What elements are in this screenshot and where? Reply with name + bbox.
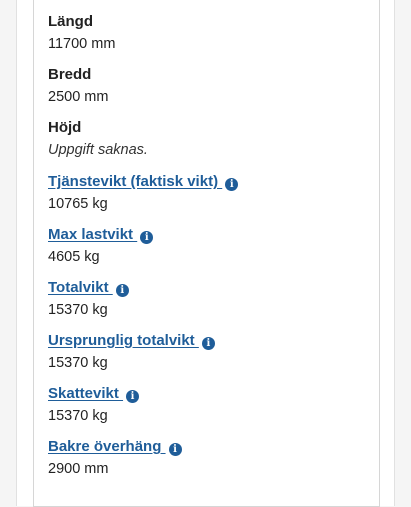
- field-width: Bredd 2500 mm: [48, 66, 368, 106]
- rear-overhang-link[interactable]: Bakre överhäng: [48, 438, 166, 455]
- field-label-length: Längd: [48, 13, 93, 30]
- field-value-original-total-weight: 15370 kg: [48, 355, 108, 371]
- original-total-weight-link[interactable]: Ursprunglig totalvikt: [48, 332, 199, 349]
- max-load-link[interactable]: Max lastvikt: [48, 226, 137, 243]
- field-rear-overhang: Bakre överhäng i 2900 mm: [48, 438, 368, 478]
- info-icon[interactable]: i: [140, 231, 154, 244]
- field-total-weight: Totalvikt i 15370 kg: [48, 279, 368, 319]
- field-value-height: Uppgift saknas.: [48, 142, 148, 158]
- field-value-total-weight: 15370 kg: [48, 302, 108, 318]
- curb-weight-link[interactable]: Tjänstevikt (faktisk vikt): [48, 173, 222, 190]
- info-icon[interactable]: i: [115, 284, 129, 297]
- field-value-rear-overhang: 2900 mm: [48, 461, 109, 477]
- field-height: Höjd Uppgift saknas.: [48, 119, 368, 159]
- field-value-tax-weight: 15370 kg: [48, 408, 108, 424]
- field-label-height: Höjd: [48, 119, 82, 136]
- info-icon[interactable]: i: [225, 178, 239, 191]
- info-icon[interactable]: i: [201, 337, 215, 350]
- field-curb-weight: Tjänstevikt (faktisk vikt) i 10765 kg: [48, 173, 368, 213]
- field-max-load: Max lastvikt i 4605 kg: [48, 226, 368, 266]
- info-icon[interactable]: i: [168, 443, 182, 456]
- field-label-width: Bredd: [48, 66, 92, 83]
- field-length: Längd 11700 mm: [48, 13, 368, 53]
- field-original-total-weight: Ursprunglig totalvikt i 15370 kg: [48, 332, 368, 372]
- field-value-curb-weight: 10765 kg: [48, 196, 108, 212]
- info-icon[interactable]: i: [126, 390, 140, 403]
- field-value-max-load: 4605 kg: [48, 249, 100, 265]
- field-value-length: 11700 mm: [48, 36, 116, 52]
- tax-weight-link[interactable]: Skattevikt: [48, 385, 123, 402]
- total-weight-link[interactable]: Totalvikt: [48, 279, 113, 296]
- field-value-width: 2500 mm: [48, 89, 109, 105]
- field-tax-weight: Skattevikt i 15370 kg: [48, 385, 368, 425]
